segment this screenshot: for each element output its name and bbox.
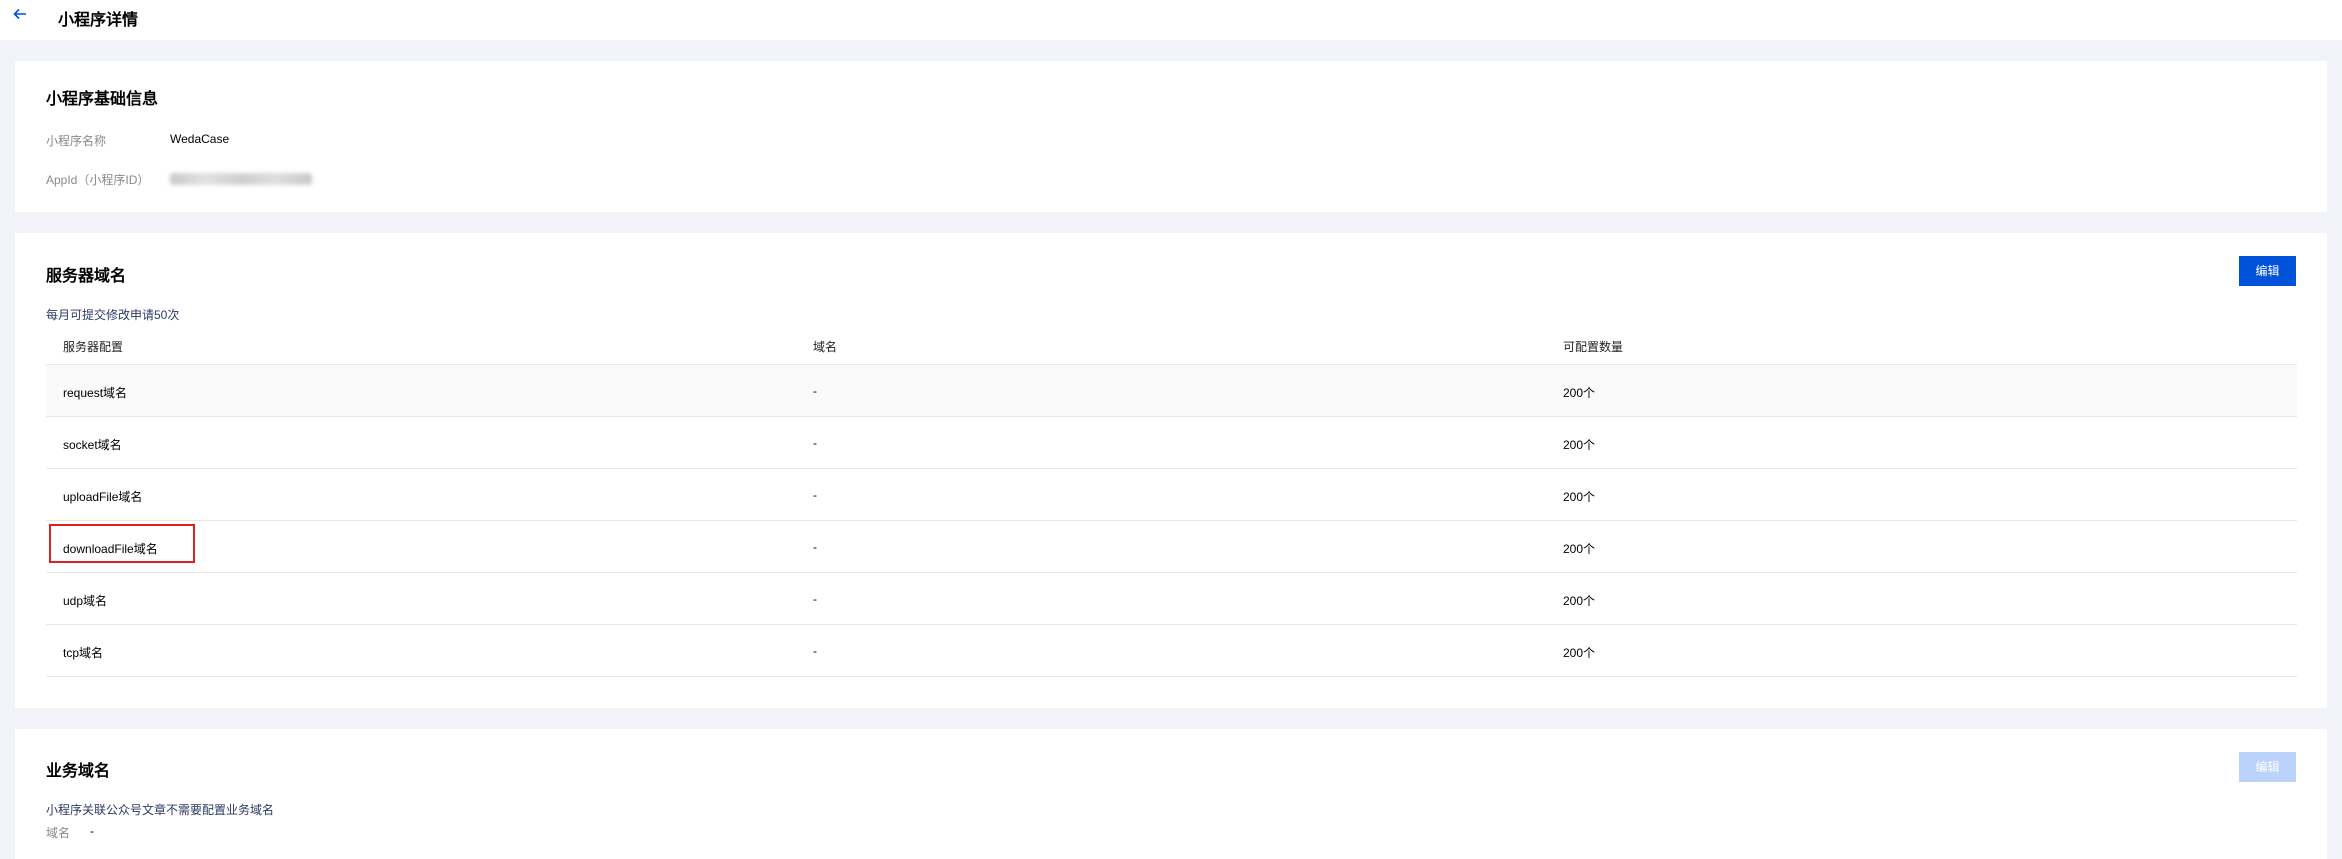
row-domain: -: [813, 644, 817, 658]
row-config: request域名: [63, 386, 128, 400]
table-row: tcp域名 - 200个: [46, 625, 2297, 677]
row-config: udp域名: [63, 594, 108, 608]
column-header-count: 可配置数量: [1563, 340, 1624, 354]
business-domain-label: 域名: [46, 826, 71, 840]
row-count: 200个: [1563, 542, 1596, 556]
row-config: socket域名: [63, 438, 122, 452]
basic-info-title: 小程序基础信息: [46, 91, 159, 108]
arrow-left-icon[interactable]: [12, 6, 34, 28]
row-count: 200个: [1563, 386, 1596, 400]
row-count: 200个: [1563, 490, 1596, 504]
table-row: downloadFile域名 - 200个: [46, 521, 2297, 573]
business-domain-hint: 小程序关联公众号文章不需要配置业务域名: [46, 803, 275, 817]
business-domain-card: 业务域名 编辑 小程序关联公众号文章不需要配置业务域名 域名 -: [15, 729, 2327, 859]
page-title: 小程序详情: [58, 12, 139, 29]
business-domain-value: -: [90, 824, 94, 838]
table-header: 服务器配置 域名 可配置数量: [46, 325, 2297, 365]
column-header-domain: 域名: [813, 340, 838, 354]
row-count: 200个: [1563, 646, 1596, 660]
app-name-value: WedaCase: [170, 132, 230, 146]
table-row: socket域名 - 200个: [46, 417, 2297, 469]
appid-value-redacted: [170, 173, 312, 185]
table-row: uploadFile域名 - 200个: [46, 469, 2297, 521]
business-domain-edit-button[interactable]: 编辑: [2239, 752, 2296, 782]
row-domain: -: [813, 592, 817, 606]
row-domain: -: [813, 436, 817, 450]
row-config: tcp域名: [63, 646, 104, 660]
arrow-left-icon-svg: [13, 8, 26, 20]
table-row: request域名 - 200个: [46, 365, 2297, 417]
row-count: 200个: [1563, 438, 1596, 452]
row-config: uploadFile域名: [63, 490, 143, 504]
server-domain-table: 服务器配置 域名 可配置数量 request域名 - 200个 socket域名…: [46, 325, 2297, 677]
table-row: udp域名 - 200个: [46, 573, 2297, 625]
top-bar: 小程序详情: [0, 0, 2342, 40]
server-domain-edit-button[interactable]: 编辑: [2239, 256, 2296, 286]
server-domain-hint: 每月可提交修改申请50次: [46, 308, 180, 322]
business-domain-title: 业务域名: [46, 763, 111, 780]
row-config: downloadFile域名: [63, 542, 158, 556]
server-domain-title: 服务器域名: [46, 268, 127, 285]
row-domain: -: [813, 488, 817, 502]
row-domain: -: [813, 540, 817, 554]
basic-info-card: 小程序基础信息 小程序名称 WedaCase AppId（小程序ID）: [15, 61, 2327, 212]
server-domain-card: 服务器域名 编辑 每月可提交修改申请50次 服务器配置 域名 可配置数量 req…: [15, 233, 2327, 708]
row-domain: -: [813, 384, 817, 398]
row-count: 200个: [1563, 594, 1596, 608]
column-header-config: 服务器配置: [63, 340, 124, 354]
app-name-label: 小程序名称: [46, 134, 107, 148]
appid-label: AppId（小程序ID）: [46, 173, 150, 187]
